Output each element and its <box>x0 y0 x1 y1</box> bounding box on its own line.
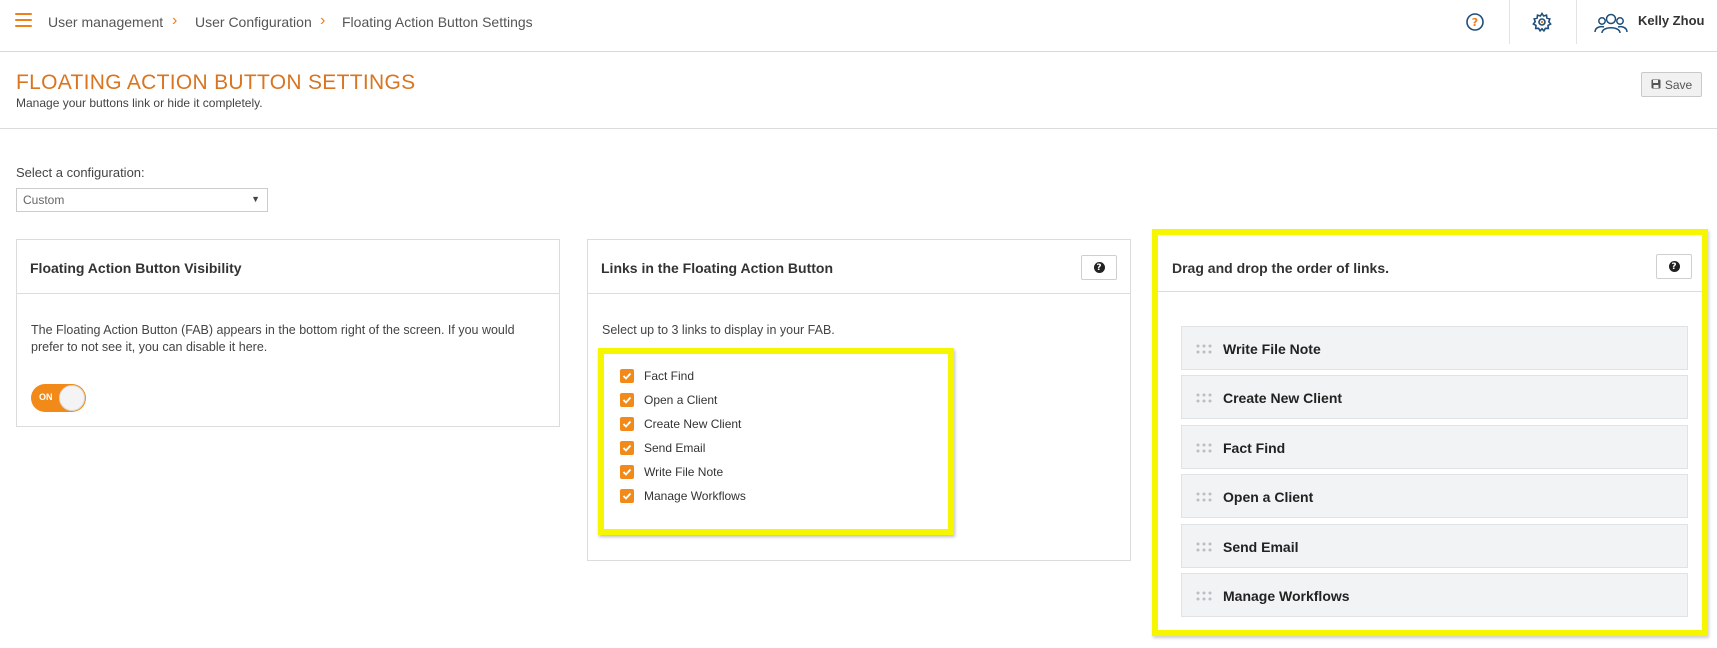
fab-visibility-toggle[interactable]: ON <box>31 384 86 412</box>
panel-title: Floating Action Button Visibility <box>30 260 242 276</box>
floppy-disk-icon <box>1651 78 1661 92</box>
draggable-link-item[interactable]: Create New Client <box>1181 375 1688 419</box>
gear-icon[interactable] <box>1530 12 1554 36</box>
save-label: Save <box>1664 77 1693 92</box>
draggable-link-item[interactable]: Manage Workflows <box>1181 573 1688 617</box>
visibility-description-line-2: prefer to not see it, you can disable it… <box>31 340 268 354</box>
visibility-description-line-1: The Floating Action Button (FAB) appears… <box>31 323 515 337</box>
draggable-link-label: Send Email <box>1223 539 1299 555</box>
drag-handle-icon[interactable] <box>1196 344 1212 354</box>
link-checkbox-open-a-client[interactable]: Open a Client <box>620 392 717 408</box>
config-label: Select a configuration: <box>16 165 145 180</box>
link-order-panel: Drag and drop the order of links. ? Writ… <box>1152 229 1708 636</box>
draggable-link-item[interactable]: Write File Note <box>1181 326 1688 370</box>
breadcrumb-user-management[interactable]: User management <box>48 14 163 30</box>
chevron-right-icon: › <box>320 12 326 29</box>
draggable-link-item[interactable]: Open a Client <box>1181 474 1688 518</box>
link-checkbox-send-email[interactable]: Send Email <box>620 440 705 456</box>
panel-title: Drag and drop the order of links. <box>1172 260 1390 276</box>
divider <box>1509 0 1510 44</box>
checkbox-label: Send Email <box>644 441 706 455</box>
drag-handle-icon[interactable] <box>1196 393 1212 403</box>
toggle-knob <box>59 385 85 411</box>
top-bar: User management › User Configuration › F… <box>0 0 1717 52</box>
checkbox-checked-icon <box>620 441 634 455</box>
divider <box>1576 0 1577 44</box>
visibility-description: The Floating Action Button (FAB) appears… <box>31 322 551 356</box>
help-circle-icon[interactable]: ? <box>1463 12 1487 36</box>
checkbox-label: Write File Note <box>644 465 724 479</box>
draggable-link-label: Fact Find <box>1223 440 1286 456</box>
link-checkbox-manage-workflows[interactable]: Manage Workflows <box>620 488 746 504</box>
checkbox-checked-icon <box>620 369 634 383</box>
caret-down-icon: ▼ <box>251 194 260 204</box>
users-icon[interactable] <box>1593 12 1629 36</box>
link-checkbox-fact-find[interactable]: Fact Find <box>620 368 694 384</box>
panel-header: Drag and drop the order of links. ? <box>1158 235 1702 292</box>
draggable-link-item[interactable]: Fact Find <box>1181 425 1688 469</box>
header-divider <box>0 128 1717 129</box>
drag-handle-icon[interactable] <box>1196 443 1212 453</box>
checkbox-checked-icon <box>620 417 634 431</box>
drag-handle-icon[interactable] <box>1196 542 1212 552</box>
page-title: FLOATING ACTION BUTTON SETTINGS <box>16 71 416 94</box>
save-button[interactable]: Save <box>1641 72 1702 97</box>
toggle-label: ON <box>39 392 53 402</box>
panel-title: Links in the Floating Action Button <box>601 260 834 276</box>
breadcrumb-current-page: Floating Action Button Settings <box>342 14 533 30</box>
help-button[interactable]: ? <box>1081 255 1117 280</box>
draggable-link-label: Write File Note <box>1223 341 1321 357</box>
svg-text:?: ? <box>1472 16 1478 29</box>
chevron-right-icon: › <box>172 12 178 29</box>
checkbox-label: Create New Client <box>644 417 742 431</box>
panel-header: Floating Action Button Visibility <box>17 240 559 294</box>
panel-header: Links in the Floating Action Button ? <box>588 240 1130 294</box>
breadcrumb-user-configuration[interactable]: User Configuration <box>195 14 312 30</box>
link-checkbox-write-file-note[interactable]: Write File Note <box>620 464 723 480</box>
configuration-select[interactable]: Custom ▼ <box>16 188 268 212</box>
question-icon: ? <box>1093 262 1105 273</box>
checkbox-checked-icon <box>620 393 634 407</box>
drag-handle-icon[interactable] <box>1196 591 1212 601</box>
links-instruction: Select up to 3 links to display in your … <box>602 323 835 337</box>
visibility-panel: Floating Action Button Visibility The Fl… <box>16 239 560 427</box>
link-checkbox-create-new-client[interactable]: Create New Client <box>620 416 741 432</box>
checkbox-checked-icon <box>620 489 634 503</box>
links-checklist: Fact Find Open a Client Create New Clien… <box>598 348 954 535</box>
hamburger-menu-icon[interactable] <box>15 13 32 30</box>
configuration-selected-value: Custom <box>23 193 65 207</box>
page-subtitle: Manage your buttons link or hide it comp… <box>16 96 263 110</box>
question-icon: ? <box>1668 261 1680 272</box>
help-button[interactable]: ? <box>1656 254 1692 279</box>
draggable-link-label: Open a Client <box>1223 489 1314 505</box>
checkbox-checked-icon <box>620 465 634 479</box>
draggable-link-label: Create New Client <box>1223 390 1343 406</box>
checkbox-label: Open a Client <box>644 393 718 407</box>
checkbox-label: Manage Workflows <box>644 489 746 503</box>
draggable-link-item[interactable]: Send Email <box>1181 524 1688 568</box>
checkbox-label: Fact Find <box>644 369 695 383</box>
draggable-link-label: Manage Workflows <box>1223 588 1350 604</box>
drag-handle-icon[interactable] <box>1196 492 1212 502</box>
user-name[interactable]: Kelly Zhou <box>1638 13 1704 28</box>
